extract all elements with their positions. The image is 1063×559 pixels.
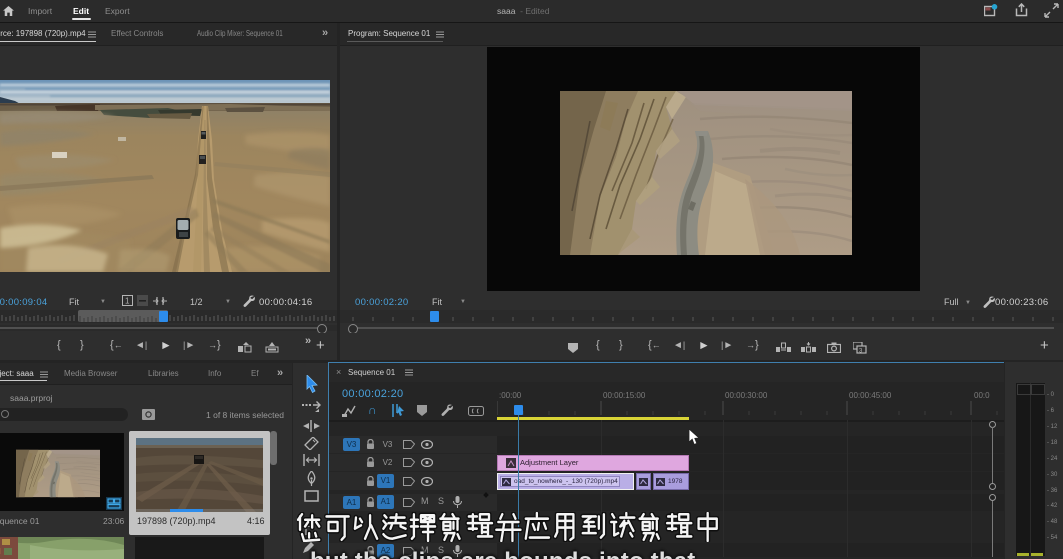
svg-text:1: 1	[125, 297, 130, 306]
